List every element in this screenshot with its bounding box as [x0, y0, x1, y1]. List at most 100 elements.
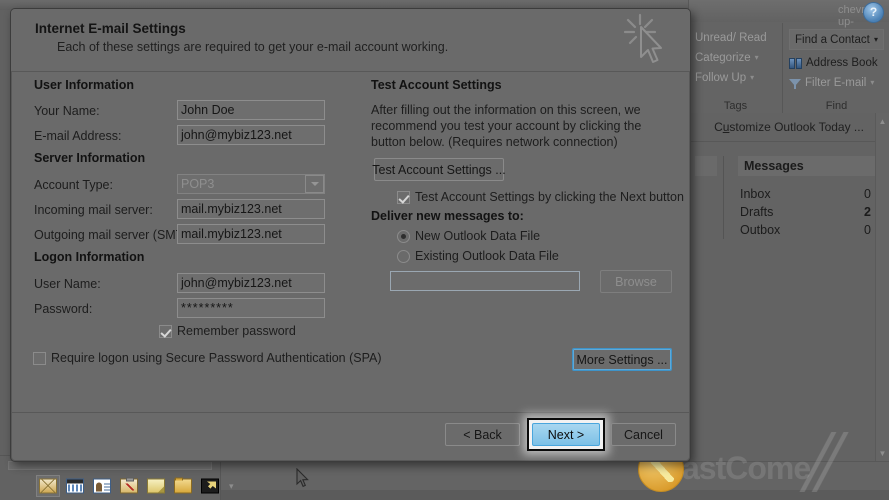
calendar-icon — [66, 478, 84, 494]
mail-icon — [39, 478, 57, 494]
outgoing-mail-server-label: Outgoing mail server (SMTP): — [34, 228, 200, 242]
shortcuts-icon — [201, 478, 219, 494]
contacts-icon — [93, 478, 111, 494]
messages-row-outbox[interactable]: Outbox 0 — [738, 221, 875, 239]
ribbon-command-follow-up[interactable]: Follow Up ▾ — [689, 68, 782, 88]
ribbon-command-label: Unread/ Read — [695, 32, 767, 44]
server-information-heading: Server Information — [34, 151, 146, 165]
mouse-cursor-icon — [296, 468, 310, 488]
incoming-mail-server-label: Incoming mail server: — [34, 203, 153, 217]
nav-calendar-button[interactable] — [63, 475, 87, 497]
dialog-footer: < Back Next > Cancel — [11, 412, 690, 460]
nav-folder-list-button[interactable] — [171, 475, 195, 497]
ribbon-command-label: Filter E-mail — [805, 77, 867, 89]
customize-outlook-today-link[interactable]: Customize Outlook Today ... — [689, 113, 889, 142]
test-account-settings-button[interactable]: Test Account Settings ... — [372, 158, 506, 181]
address-book-icon — [789, 57, 802, 69]
user-information-heading: User Information — [34, 78, 135, 92]
nav-notes-button[interactable] — [144, 475, 168, 497]
folder-count: 0 — [864, 223, 871, 237]
password-input[interactable]: ********* — [177, 298, 325, 318]
messages-heading: Messages — [738, 156, 875, 176]
notes-icon — [147, 478, 165, 494]
ribbon-group-label-tags: Tags — [723, 100, 748, 112]
folder-label: Inbox — [740, 187, 771, 201]
existing-outlook-data-file-radio[interactable] — [397, 250, 410, 263]
spa-checkbox[interactable] — [33, 352, 46, 365]
ribbon-command-label: Categorize — [695, 52, 751, 64]
next-button[interactable]: Next > — [532, 423, 600, 446]
chevron-down-icon: ▾ — [754, 53, 759, 62]
folder-count: 2 — [864, 205, 871, 219]
chevron-down-icon: ▾ — [750, 73, 755, 82]
nav-mail-button[interactable] — [36, 475, 60, 497]
find-a-contact-input[interactable]: Find a Contact ▾ — [789, 29, 884, 50]
new-outlook-data-file-radio[interactable] — [397, 230, 410, 243]
your-name-label: Your Name: — [34, 104, 100, 118]
dialog-title: Internet E-mail Settings — [35, 21, 186, 36]
help-icon[interactable]: ? — [863, 2, 884, 23]
today-left-stub — [695, 156, 717, 176]
chevron-down-icon: ▾ — [873, 35, 878, 44]
folder-list-icon — [174, 477, 192, 494]
chevron-down-icon[interactable] — [305, 175, 324, 193]
messages-column: Messages Inbox 0 Drafts 2 Outbox 0 — [723, 156, 889, 239]
dialog-header: Internet E-mail Settings Each of these s… — [11, 9, 690, 72]
deliver-new-messages-heading: Deliver new messages to: — [371, 209, 524, 223]
outgoing-mail-server-input[interactable]: mail.mybiz123.net — [177, 224, 325, 244]
chevron-up-icon[interactable]: chevron-up-icon — [838, 4, 881, 40]
customize-outlook-today-label: Customize Outlook Today ... — [714, 120, 864, 134]
scroll-up-icon[interactable]: ▲ — [876, 115, 889, 128]
account-type-select[interactable]: POP3 — [177, 174, 325, 194]
auto-test-label: Test Account Settings by clicking the Ne… — [415, 190, 684, 204]
user-name-input[interactable]: john@mybiz123.net — [177, 273, 325, 293]
data-file-path-input[interactable] — [390, 271, 580, 291]
outlook-today-pane: Customize Outlook Today ... Messages Inb… — [688, 113, 889, 462]
scroll-down-icon[interactable]: ▼ — [876, 447, 889, 460]
next-button-focus-ring: Next > — [527, 418, 605, 451]
chevron-down-icon[interactable]: ▾ — [229, 481, 234, 497]
email-address-input[interactable]: john@mybiz123.net — [177, 125, 325, 145]
your-name-input[interactable]: John Doe — [177, 100, 325, 120]
spa-label: Require logon using Secure Password Auth… — [51, 351, 382, 365]
incoming-mail-server-input[interactable]: mail.mybiz123.net — [177, 199, 325, 219]
navigation-pane-splitter[interactable] — [8, 461, 212, 470]
remember-password-label: Remember password — [177, 324, 296, 338]
folder-label: Outbox — [740, 223, 781, 237]
email-address-label: E-mail Address: — [34, 129, 122, 143]
ribbon-right-groups: chevron-up-icon ? Unread/ Read Categoriz… — [688, 0, 889, 113]
auto-test-checkbox[interactable] — [397, 191, 410, 204]
ribbon-command-unread-read[interactable]: Unread/ Read — [689, 28, 782, 48]
dialog-body: User Information Your Name: John Doe E-m… — [11, 72, 690, 412]
remember-password-checkbox[interactable] — [159, 325, 172, 338]
nav-tasks-button[interactable] — [117, 475, 141, 497]
today-left-column — [689, 156, 723, 239]
existing-outlook-data-file-label: Existing Outlook Data File — [415, 249, 559, 263]
ribbon-command-categorize[interactable]: Categorize ▾ — [689, 48, 782, 68]
ribbon-group-tags: Unread/ Read Categorize ▾ Follow Up ▾ Ta… — [689, 23, 782, 113]
logon-information-heading: Logon Information — [34, 250, 145, 264]
browse-button[interactable]: Browse — [600, 270, 672, 293]
messages-row-inbox[interactable]: Inbox 0 — [738, 185, 875, 203]
internet-email-settings-dialog: Internet E-mail Settings Each of these s… — [10, 8, 691, 462]
back-button[interactable]: < Back — [445, 423, 520, 446]
tasks-icon — [120, 477, 138, 494]
nav-shortcuts-button[interactable] — [198, 475, 222, 497]
dialog-subtitle: Each of these settings are required to g… — [57, 40, 449, 54]
account-type-label: Account Type: — [34, 178, 113, 192]
ribbon-command-label: Follow Up — [695, 72, 747, 84]
test-account-description: After filling out the information on thi… — [371, 103, 642, 149]
ribbon-group-find: Find a Contact ▾ Address Book Filter E-m… — [782, 23, 889, 113]
user-name-label: User Name: — [34, 277, 101, 291]
ribbon-command-filter-email[interactable]: Filter E-mail ▾ — [783, 73, 889, 93]
ribbon-group-label-find: Find — [825, 100, 848, 112]
messages-row-drafts[interactable]: Drafts 2 — [738, 203, 875, 221]
wand-cursor-icon — [616, 13, 668, 69]
ribbon-command-label: Address Book — [806, 57, 878, 69]
nav-contacts-button[interactable] — [90, 475, 114, 497]
reading-pane-scrollbar[interactable]: ▲ ▼ — [875, 113, 889, 462]
ribbon-command-address-book[interactable]: Address Book — [783, 53, 889, 73]
folder-label: Drafts — [740, 205, 774, 219]
more-settings-button[interactable]: More Settings ... — [572, 348, 672, 371]
cancel-button[interactable]: Cancel — [611, 423, 676, 446]
